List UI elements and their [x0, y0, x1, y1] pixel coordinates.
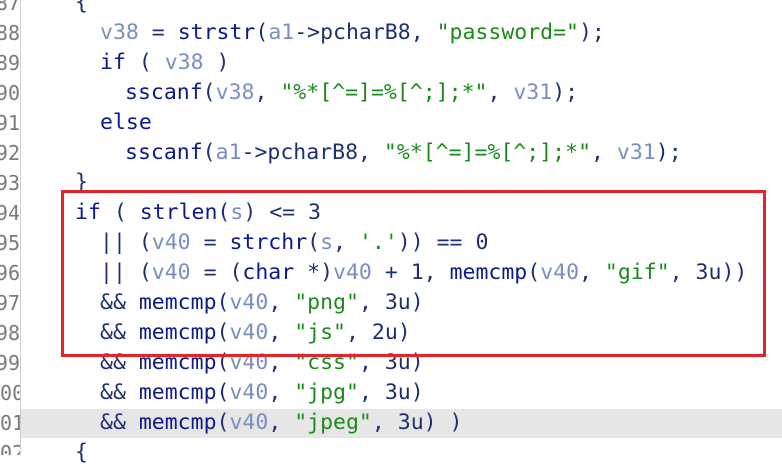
line-number: 93 — [0, 171, 20, 195]
line-number: 100 — [0, 381, 20, 405]
line-number-gutter: 87 88 89 90 91 92 93 94 95 96 97 98 99 1… — [0, 0, 20, 455]
gutter-separator — [20, 0, 21, 455]
line-number: 102 — [0, 441, 20, 455]
line-number: 101 — [0, 411, 20, 435]
code-line[interactable]: v38 = strstr(a1->pcharB8, "password="); — [100, 18, 605, 48]
code-line[interactable]: sscanf(v38, "%*[^=]=%[^;];*", v31); — [125, 78, 578, 108]
line-number: 94 — [0, 201, 20, 225]
line-number: 89 — [0, 51, 20, 75]
line-number: 91 — [0, 111, 20, 135]
code-line[interactable]: else — [100, 108, 152, 138]
line-number: 96 — [0, 261, 20, 285]
line-number: 88 — [0, 21, 20, 45]
code-line[interactable]: { — [75, 438, 88, 468]
line-number: 92 — [0, 141, 20, 165]
line-number: 87 — [0, 0, 20, 15]
line-number: 97 — [0, 291, 20, 315]
code-line[interactable]: sscanf(a1->pcharB8, "%*[^=]=%[^;];*", v3… — [125, 138, 682, 168]
code-line[interactable]: { — [75, 0, 88, 18]
code-line[interactable]: && memcmp(v40, "jpg", 3u) — [100, 378, 424, 408]
line-number: 98 — [0, 321, 20, 345]
code-line[interactable]: && memcmp(v40, "jpeg", 3u) ) — [100, 408, 463, 438]
line-number: 99 — [0, 351, 20, 375]
line-number: 95 — [0, 231, 20, 255]
line-number: 90 — [0, 81, 20, 105]
selection-highlight-box — [61, 190, 766, 357]
code-line[interactable]: if ( v38 ) — [100, 48, 229, 78]
